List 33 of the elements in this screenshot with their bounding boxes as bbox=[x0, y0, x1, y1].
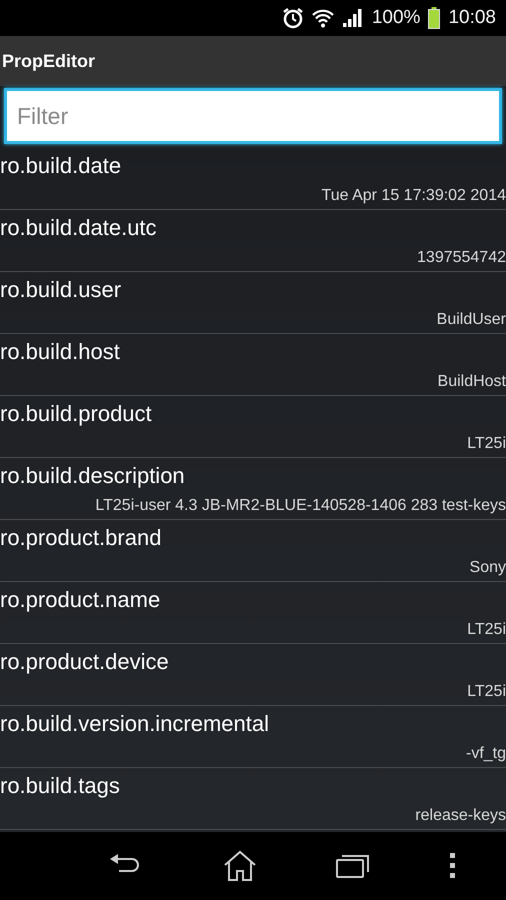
property-name[interactable]: ro.product.brand bbox=[0, 520, 162, 551]
signal-icon bbox=[342, 8, 364, 28]
battery-percentage: 100% bbox=[372, 7, 420, 29]
property-value: LT25i bbox=[467, 434, 506, 454]
property-name[interactable]: ro.build.host bbox=[0, 334, 120, 365]
property-name[interactable]: ro.build.product bbox=[0, 396, 152, 427]
recent-apps-icon[interactable] bbox=[336, 854, 370, 878]
property-name[interactable]: ro.build.description bbox=[0, 458, 185, 489]
property-name[interactable]: ro.build.tags bbox=[0, 768, 120, 799]
property-value: LT25i-user 4.3 JB-MR2-BLUE-140528-1406 283 test-keys bbox=[95, 496, 506, 516]
battery-icon bbox=[428, 7, 440, 29]
property-value: BuildUser bbox=[436, 310, 506, 330]
property-name[interactable]: ro.build.date bbox=[0, 148, 122, 179]
property-name[interactable]: ro.product.name bbox=[0, 582, 160, 613]
property-value: release-keys bbox=[415, 806, 506, 826]
property-value: -vf_tg bbox=[466, 744, 506, 764]
property-name[interactable]: ro.build.version.incremental bbox=[0, 706, 270, 737]
property-name[interactable]: ro.product.device bbox=[0, 644, 169, 675]
property-value: LT25i bbox=[467, 682, 506, 702]
app-title: PropEditor bbox=[2, 50, 95, 72]
property-value: BuildHost bbox=[438, 372, 506, 392]
wifi-icon bbox=[312, 8, 334, 28]
clock-time: 10:08 bbox=[448, 7, 496, 29]
property-value: Sony bbox=[470, 558, 506, 578]
property-name[interactable]: ro.build.date.utc bbox=[0, 210, 157, 241]
filter-field[interactable]: Filter bbox=[4, 88, 502, 144]
overflow-menu-icon[interactable] bbox=[448, 853, 456, 879]
property-name[interactable]: ro.build.user bbox=[0, 272, 122, 303]
alarm-clock-icon bbox=[282, 7, 304, 29]
home-icon[interactable] bbox=[222, 850, 256, 882]
property-value: Tue Apr 15 17:39:02 2014 bbox=[322, 186, 506, 206]
property-value: 1397554742 bbox=[417, 248, 506, 268]
property-value: LT25i bbox=[467, 620, 506, 640]
